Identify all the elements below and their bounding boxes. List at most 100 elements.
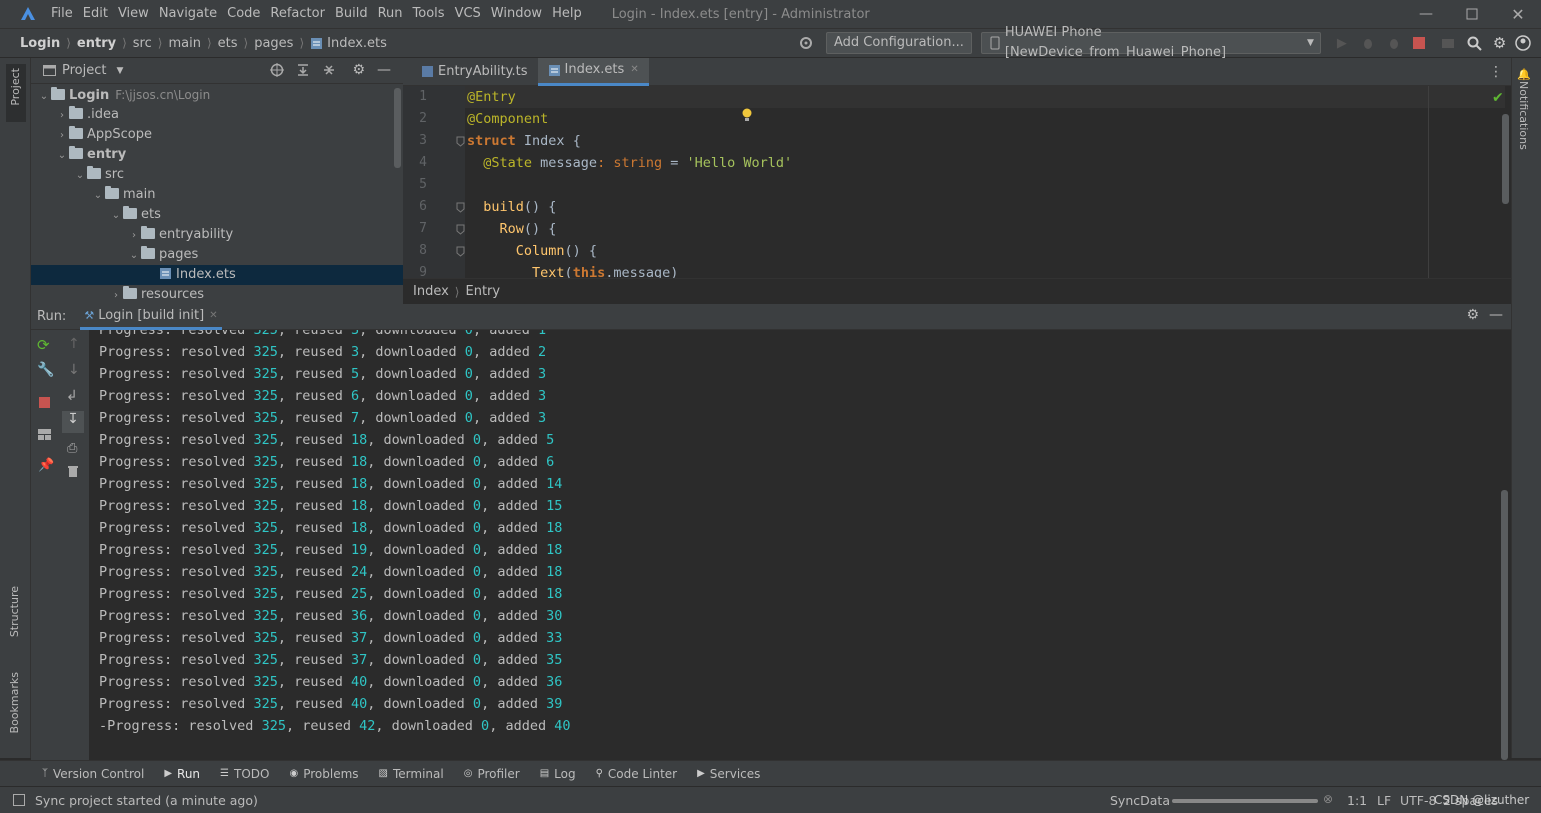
target-icon[interactable] xyxy=(798,35,814,51)
chevron-down-icon[interactable]: ⌄ xyxy=(127,246,141,266)
chevron-down-icon[interactable]: ⌄ xyxy=(37,87,51,107)
tool-tab-log[interactable]: ▤ Log xyxy=(540,767,576,781)
tool-tab-terminal[interactable]: ▧ Terminal xyxy=(379,767,444,781)
project-tool-tab[interactable]: Project xyxy=(6,64,26,122)
tree-item[interactable]: Index.ets xyxy=(31,265,403,285)
menu-item-tools[interactable]: Tools xyxy=(408,0,450,28)
breadcrumb-item[interactable]: main xyxy=(168,36,200,51)
tree-item[interactable]: ⌄ pages xyxy=(31,245,403,265)
tool-tab-run[interactable]: ▶ Run xyxy=(164,767,200,781)
notifications-tool-tab[interactable]: 🔔 Notifications xyxy=(1517,68,1531,153)
structure-tool-tab[interactable]: Structure xyxy=(8,586,21,640)
menu-item-view[interactable]: View xyxy=(113,0,154,28)
editor-tab[interactable]: EntryAbility.ts xyxy=(411,58,538,86)
terminal-icon: ▧ xyxy=(378,768,388,779)
line-ending[interactable]: LF xyxy=(1377,793,1391,808)
search-icon[interactable] xyxy=(1467,36,1482,51)
fold-icon[interactable] xyxy=(456,202,465,213)
chevron-down-icon[interactable]: ⌄ xyxy=(55,146,69,166)
tree-item[interactable]: › resources xyxy=(31,285,403,304)
tool-tab-problems[interactable]: ◉ Problems xyxy=(289,767,358,781)
console-output[interactable]: Progress: resolved 325, reused 3, downlo… xyxy=(31,330,1511,760)
tree-item[interactable]: ⌄ src xyxy=(31,165,403,185)
gear-icon[interactable]: ⚙ xyxy=(1466,307,1479,323)
tree-item[interactable]: ⌄ main xyxy=(31,185,403,205)
caret-position[interactable]: 1:1 xyxy=(1347,793,1367,808)
close-icon[interactable]: ✕ xyxy=(1495,5,1541,24)
minimize-icon[interactable]: — xyxy=(1403,6,1449,22)
account-icon[interactable] xyxy=(1515,35,1532,51)
tree-item[interactable]: › .idea xyxy=(31,105,403,125)
tree-scrollbar[interactable] xyxy=(394,88,401,168)
menu-item-vcs[interactable]: VCS xyxy=(450,0,486,28)
run-icon[interactable]: ▶ xyxy=(1337,36,1347,51)
stop-icon[interactable] xyxy=(1412,37,1425,49)
code-area[interactable]: 1 @Entry 2 @Component 3 struct Index {4 @Stat… xyxy=(403,86,1511,278)
tool-tab-code-linter[interactable]: ⚲ Code Linter xyxy=(596,767,678,781)
chevron-down-icon[interactable]: ⌄ xyxy=(73,166,87,186)
menu-item-file[interactable]: File xyxy=(46,0,78,28)
chevron-right-icon[interactable]: › xyxy=(55,106,69,126)
close-tab-icon[interactable]: ✕ xyxy=(630,56,638,84)
tree-item[interactable]: › AppScope xyxy=(31,125,403,145)
locate-icon[interactable] xyxy=(270,63,285,77)
fold-icon[interactable] xyxy=(456,136,465,147)
main-menu: File Edit View Navigate Code Refactor Build Run… xyxy=(46,0,587,28)
tool-tab-profiler[interactable]: ◎ Profiler xyxy=(464,767,520,781)
chevron-right-icon[interactable]: › xyxy=(109,286,123,304)
device-manager-icon[interactable] xyxy=(1441,36,1455,50)
menu-item-refactor[interactable]: Refactor xyxy=(265,0,330,28)
menu-item-run[interactable]: Run xyxy=(373,0,408,28)
cancel-task-icon[interactable]: ⊗ xyxy=(1323,792,1333,806)
add-configuration-button[interactable]: Add Configuration... xyxy=(826,32,972,54)
project-panel-title[interactable]: Project xyxy=(62,63,106,78)
breadcrumb-item[interactable]: Login xyxy=(20,36,60,51)
tree-item[interactable]: › entryability xyxy=(31,225,403,245)
tool-tab-version-control[interactable]: ᛉ Version Control xyxy=(42,767,144,781)
editor-scrollbar[interactable] xyxy=(1502,114,1509,204)
bulb-icon[interactable] xyxy=(741,108,753,122)
fold-icon[interactable] xyxy=(456,224,465,235)
settings-gear-icon[interactable]: ⚙ xyxy=(1493,34,1506,52)
tree-item[interactable]: ⌄ ets xyxy=(31,205,403,225)
run-panel-label: Run: xyxy=(37,309,67,324)
panel-toggle-icon[interactable] xyxy=(13,794,25,806)
console-scrollbar[interactable] xyxy=(1501,490,1508,760)
gear-icon[interactable]: ⚙ xyxy=(352,62,365,78)
file-encoding[interactable]: UTF-8 xyxy=(1400,793,1436,808)
editor-tab[interactable]: Index.ets ✕ xyxy=(537,56,649,86)
debug-icon[interactable] xyxy=(1361,36,1375,50)
chevron-down-icon[interactable]: ▼ xyxy=(116,66,123,76)
tree-item[interactable]: ⌄ entry xyxy=(31,145,403,165)
menu-item-edit[interactable]: Edit xyxy=(78,0,113,28)
breadcrumb-item[interactable]: ets xyxy=(218,36,238,51)
chevron-right-icon[interactable]: › xyxy=(55,126,69,146)
breadcrumb-item[interactable]: Index.ets xyxy=(327,36,387,51)
chevron-right-icon[interactable]: › xyxy=(127,226,141,246)
collapse-all-icon[interactable] xyxy=(322,63,336,77)
menu-item-build[interactable]: Build xyxy=(330,0,373,28)
tool-tab-todo[interactable]: ☰ TODO xyxy=(220,767,269,781)
attach-debugger-icon[interactable] xyxy=(1387,36,1401,50)
menu-item-code[interactable]: Code xyxy=(222,0,265,28)
device-selector[interactable]: HUAWEI Phone [NewDevice_from_Huawei_Phon… xyxy=(980,25,1321,60)
menu-item-window[interactable]: Window xyxy=(486,0,547,28)
breadcrumb-item[interactable]: pages xyxy=(254,36,293,51)
more-icon[interactable]: ⋮ xyxy=(1489,64,1503,80)
close-tab-icon[interactable]: ✕ xyxy=(209,310,217,321)
menu-item-navigate[interactable]: Navigate xyxy=(154,0,222,28)
chevron-down-icon[interactable]: ⌄ xyxy=(109,206,123,226)
chevron-down-icon[interactable]: ⌄ xyxy=(91,186,105,206)
fold-icon[interactable] xyxy=(456,246,465,257)
expand-all-icon[interactable] xyxy=(296,63,310,77)
bookmarks-tool-tab[interactable]: Bookmarks xyxy=(8,672,21,736)
menu-item-help[interactable]: Help xyxy=(547,0,587,28)
hide-panel-icon[interactable]: — xyxy=(1489,307,1503,323)
breadcrumb-item[interactable]: src xyxy=(133,36,152,51)
run-tab[interactable]: ⚒ Login [build init] ✕ xyxy=(80,304,222,330)
breadcrumb-item[interactable]: entry xyxy=(77,36,116,51)
maximize-icon[interactable] xyxy=(1449,8,1495,20)
tree-item[interactable]: ⌄ Login F:\jjsos.cn\Login xyxy=(31,85,403,105)
hide-panel-icon[interactable]: — xyxy=(377,62,391,78)
tool-tab-services[interactable]: ▶ Services xyxy=(697,767,760,781)
